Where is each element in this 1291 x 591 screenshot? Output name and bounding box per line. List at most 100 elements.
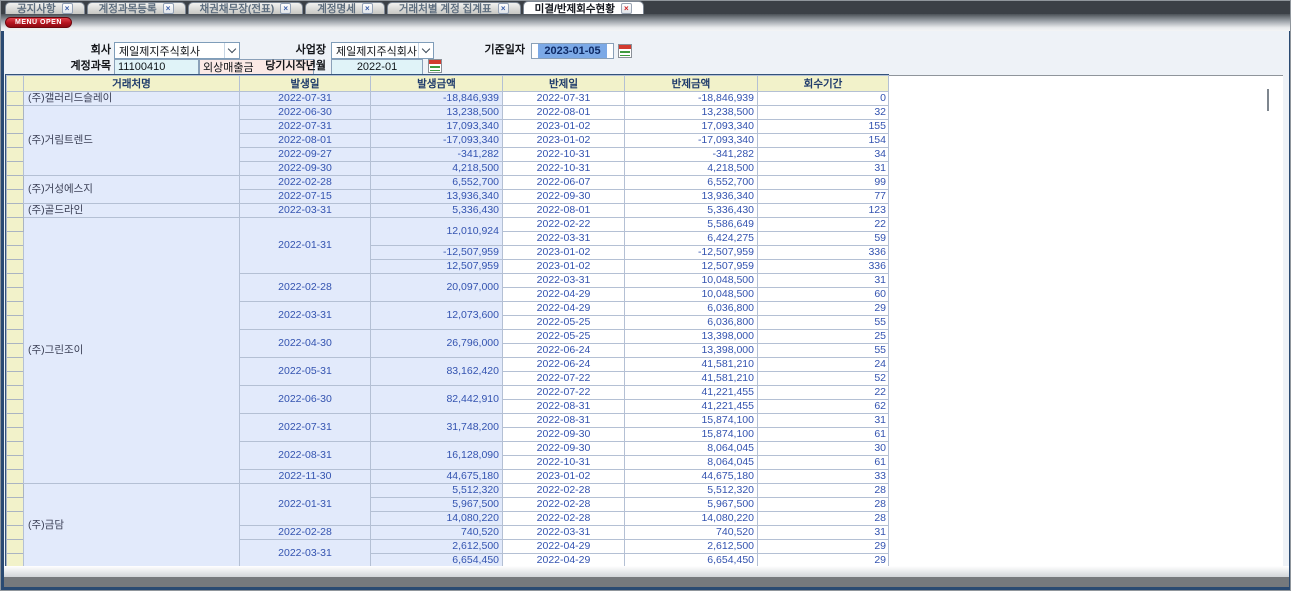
settlement-date-cell[interactable]: 2022-03-31: [503, 232, 625, 246]
collection-days-cell[interactable]: 29: [758, 554, 889, 567]
settlement-amount-cell[interactable]: 6,552,700: [625, 176, 758, 190]
settlement-amount-cell[interactable]: 6,654,450: [625, 554, 758, 567]
row-selector-cell[interactable]: [7, 540, 24, 554]
settlement-amount-cell[interactable]: 41,221,455: [625, 400, 758, 414]
row-selector-cell[interactable]: [7, 526, 24, 540]
settlement-amount-cell[interactable]: 2,612,500: [625, 540, 758, 554]
collection-days-cell[interactable]: 32: [758, 106, 889, 120]
settlement-amount-cell[interactable]: 8,064,045: [625, 456, 758, 470]
site-select[interactable]: 제일제지주식회사: [331, 42, 434, 59]
row-selector-cell[interactable]: [7, 260, 24, 274]
occurrence-amount-cell[interactable]: 13,936,340: [371, 190, 503, 204]
collection-days-cell[interactable]: 29: [758, 540, 889, 554]
row-selector-cell[interactable]: [7, 162, 24, 176]
tab-close-icon[interactable]: ×: [362, 3, 373, 14]
occurrence-amount-cell[interactable]: -18,846,939: [371, 92, 503, 106]
settlement-amount-cell[interactable]: 5,967,500: [625, 498, 758, 512]
settlement-amount-cell[interactable]: 6,036,800: [625, 302, 758, 316]
settlement-date-cell[interactable]: 2022-02-28: [503, 512, 625, 526]
settlement-amount-cell[interactable]: -12,507,959: [625, 246, 758, 260]
tab-close-icon[interactable]: ×: [163, 3, 174, 14]
settlement-date-cell[interactable]: 2022-03-31: [503, 526, 625, 540]
row-selector-cell[interactable]: [7, 246, 24, 260]
row-selector-cell[interactable]: [7, 204, 24, 218]
occurrence-date-cell[interactable]: 2022-09-30: [240, 162, 371, 176]
occurrence-date-cell[interactable]: 2022-07-31: [240, 120, 371, 134]
settlement-date-cell[interactable]: 2022-05-25: [503, 316, 625, 330]
row-selector-cell[interactable]: [7, 512, 24, 526]
tab-3[interactable]: 계정명세×: [305, 2, 385, 14]
settlement-date-cell[interactable]: 2022-08-01: [503, 106, 625, 120]
collection-days-cell[interactable]: 30: [758, 442, 889, 456]
tab-2[interactable]: 채권채무장(전표)×: [188, 2, 304, 14]
settlement-amount-cell[interactable]: 6,424,275: [625, 232, 758, 246]
row-selector-cell[interactable]: [7, 372, 24, 386]
tab-close-icon[interactable]: ×: [280, 3, 291, 14]
settlement-amount-cell[interactable]: 41,581,210: [625, 358, 758, 372]
occurrence-date-cell[interactable]: 2022-09-27: [240, 148, 371, 162]
collection-days-cell[interactable]: 52: [758, 372, 889, 386]
collection-days-cell[interactable]: 154: [758, 134, 889, 148]
occurrence-date-cell[interactable]: 2022-07-31: [240, 92, 371, 106]
row-selector-cell[interactable]: [7, 330, 24, 344]
chevron-down-icon[interactable]: [418, 43, 433, 58]
row-selector-cell[interactable]: [7, 484, 24, 498]
occurrence-amount-cell[interactable]: 740,520: [371, 526, 503, 540]
collection-days-cell[interactable]: 123: [758, 204, 889, 218]
occurrence-date-cell[interactable]: 2022-06-30: [240, 106, 371, 120]
customer-name-cell[interactable]: (주)금담: [24, 484, 240, 567]
customer-name-cell[interactable]: (주)거성에스지: [24, 176, 240, 204]
settlement-amount-cell[interactable]: -17,093,340: [625, 134, 758, 148]
settlement-date-cell[interactable]: 2022-08-31: [503, 414, 625, 428]
settlement-date-cell[interactable]: 2023-01-02: [503, 470, 625, 484]
grid-column-header-1[interactable]: 발생일: [240, 76, 371, 92]
row-selector-cell[interactable]: [7, 344, 24, 358]
collection-days-cell[interactable]: 55: [758, 316, 889, 330]
occurrence-date-cell[interactable]: 2022-03-31: [240, 204, 371, 218]
row-selector-cell[interactable]: [7, 428, 24, 442]
settlement-amount-cell[interactable]: 12,507,959: [625, 260, 758, 274]
collection-days-cell[interactable]: 29: [758, 302, 889, 316]
settlement-date-cell[interactable]: 2022-08-01: [503, 204, 625, 218]
settlement-amount-cell[interactable]: 10,048,500: [625, 274, 758, 288]
settlement-amount-cell[interactable]: 41,221,455: [625, 386, 758, 400]
occurrence-amount-cell[interactable]: 31,748,200: [371, 414, 503, 442]
occurrence-amount-cell[interactable]: 26,796,000: [371, 330, 503, 358]
collection-days-cell[interactable]: 59: [758, 232, 889, 246]
collection-days-cell[interactable]: 24: [758, 358, 889, 372]
settlement-date-cell[interactable]: 2022-09-30: [503, 442, 625, 456]
settlement-amount-cell[interactable]: 8,064,045: [625, 442, 758, 456]
collection-days-cell[interactable]: 31: [758, 414, 889, 428]
row-selector-cell[interactable]: [7, 316, 24, 330]
occurrence-amount-cell[interactable]: 14,080,220: [371, 512, 503, 526]
settlement-amount-cell[interactable]: 13,936,340: [625, 190, 758, 204]
collection-days-cell[interactable]: 0: [758, 92, 889, 106]
row-selector-cell[interactable]: [7, 218, 24, 232]
settlement-date-cell[interactable]: 2022-02-22: [503, 218, 625, 232]
settlement-date-cell[interactable]: 2022-09-30: [503, 190, 625, 204]
base-date-field[interactable]: 2023-01-05: [531, 43, 614, 59]
occurrence-date-cell[interactable]: 2022-11-30: [240, 470, 371, 484]
settlement-date-cell[interactable]: 2022-04-29: [503, 554, 625, 567]
collection-days-cell[interactable]: 62: [758, 400, 889, 414]
occurrence-amount-cell[interactable]: 12,073,600: [371, 302, 503, 330]
occurrence-amount-cell[interactable]: -17,093,340: [371, 134, 503, 148]
settlement-date-cell[interactable]: 2023-01-02: [503, 134, 625, 148]
settlement-amount-cell[interactable]: 44,675,180: [625, 470, 758, 484]
tab-close-icon[interactable]: ×: [498, 3, 509, 14]
horizontal-scrollbar-track[interactable]: [4, 566, 1289, 577]
occurrence-amount-cell[interactable]: 12,010,924: [371, 218, 503, 246]
settlement-amount-cell[interactable]: 5,586,649: [625, 218, 758, 232]
tab-4[interactable]: 거래처별 계정 집계표×: [387, 2, 521, 14]
settlement-date-cell[interactable]: 2022-10-31: [503, 456, 625, 470]
collection-days-cell[interactable]: 34: [758, 148, 889, 162]
calendar-icon[interactable]: [428, 59, 442, 73]
occurrence-amount-cell[interactable]: 5,336,430: [371, 204, 503, 218]
customer-name-cell[interactable]: (주)갤러리드슬레이: [24, 92, 240, 106]
occurrence-date-cell[interactable]: 2022-03-31: [240, 302, 371, 330]
settlement-date-cell[interactable]: 2022-04-29: [503, 540, 625, 554]
settlement-date-cell[interactable]: 2022-04-29: [503, 302, 625, 316]
settlement-date-cell[interactable]: 2022-08-31: [503, 400, 625, 414]
settlement-amount-cell[interactable]: 740,520: [625, 526, 758, 540]
row-selector-cell[interactable]: [7, 288, 24, 302]
